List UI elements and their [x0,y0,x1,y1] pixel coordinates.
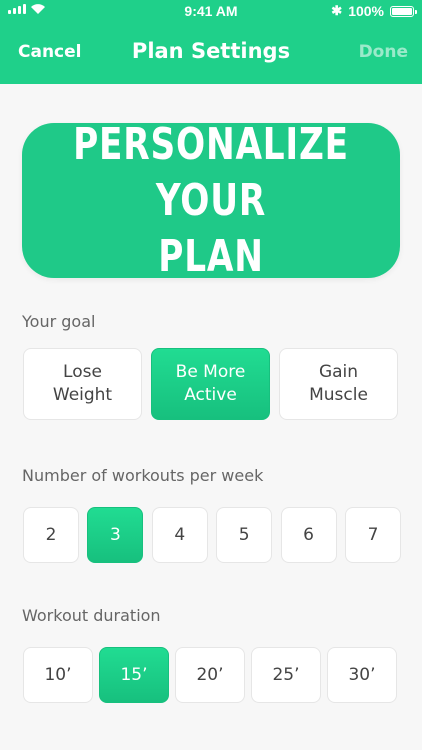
duration-option-0[interactable]: 10’ [23,647,93,703]
battery-icon [390,5,417,17]
workouts-option-0[interactable]: 2 [23,507,79,563]
duration-option-4[interactable]: 30’ [327,647,397,703]
duration-option-2[interactable]: 20’ [175,647,245,703]
workouts-option-4[interactable]: 6 [280,507,337,563]
battery-fill [392,7,412,15]
goal-option-0[interactable]: Lose Weight [23,348,142,420]
workouts-option-2[interactable]: 4 [151,507,208,563]
bluetooth-icon: ✱ [331,3,343,18]
hero-banner: PERSONALIZE YOUR PLAN [22,119,400,282]
duration-option-1[interactable]: 15’ [99,647,169,703]
workouts-option-3[interactable]: 5 [216,507,273,563]
goal-option-2[interactable]: Gain Muscle [279,348,398,420]
workouts-option-5[interactable]: 7 [345,507,401,563]
goal-option-1[interactable]: Be More Active [151,348,270,420]
workouts-label: Number of workouts per week [22,466,264,485]
duration-option-3[interactable]: 25’ [251,647,321,703]
nav-bar: Cancel Plan Settings Done [0,22,422,84]
hero-text: PERSONALIZE YOUR PLAN [73,118,349,282]
duration-label: Workout duration [22,606,161,625]
battery-percent: 100% [348,3,384,19]
done-button[interactable]: Done [359,42,408,62]
goal-label: Your goal [22,312,96,331]
workouts-option-1[interactable]: 3 [87,507,144,563]
status-right: ✱ 100% [331,3,417,19]
status-bar: 9:41 AM ✱ 100% [0,0,422,22]
